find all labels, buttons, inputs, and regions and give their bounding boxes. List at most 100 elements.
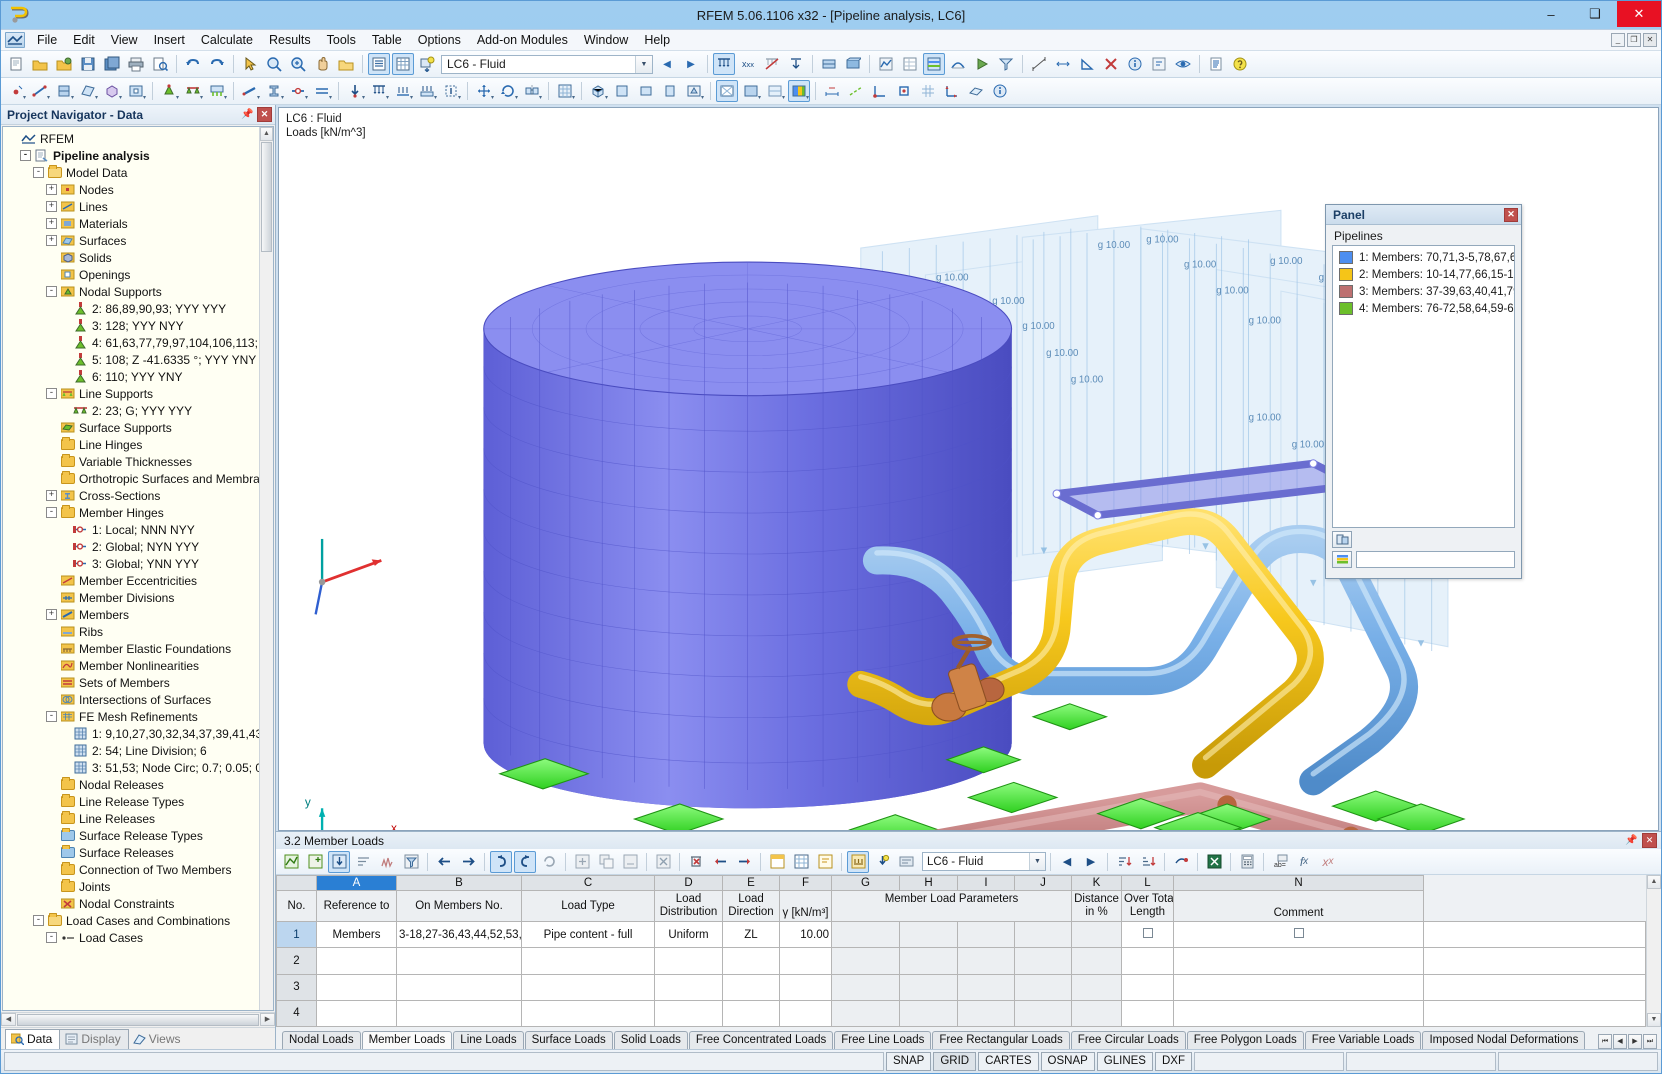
cell-param-i[interactable] <box>958 948 1015 974</box>
cell-param-j[interactable] <box>1015 1000 1072 1026</box>
render-model-icon[interactable] <box>818 53 840 75</box>
table-redo-icon[interactable] <box>514 851 536 873</box>
results-table-icon[interactable] <box>899 53 921 75</box>
menu-tools[interactable]: Tools <box>319 31 364 49</box>
view-xz-icon[interactable] <box>635 80 657 102</box>
cell-param-j[interactable] <box>1015 922 1072 948</box>
nav-tab-views[interactable]: Views <box>128 1030 188 1049</box>
print-icon[interactable] <box>125 53 147 75</box>
cell-load-direction[interactable] <box>723 1000 780 1026</box>
cell-param-i[interactable] <box>958 974 1015 1000</box>
cell-comment[interactable] <box>1424 948 1646 974</box>
table-pin-icon[interactable]: 📌 <box>1624 833 1639 848</box>
table-tab-free-polygon-loads[interactable]: Free Polygon Loads <box>1187 1031 1304 1049</box>
collapse-icon[interactable]: - <box>46 388 57 399</box>
tree-item-3-51-53-node-circ-0-7-0-05-0[interactable]: 3: 51,53; Node Circ; 0.7; 0.05; 0 <box>7 759 259 776</box>
load-values-icon[interactable]: xxx <box>737 53 759 75</box>
table-tab-surface-loads[interactable]: Surface Loads <box>525 1031 613 1049</box>
tree-item-member-elastic-foundations[interactable]: Member Elastic Foundations <box>7 640 259 657</box>
measure-icon[interactable] <box>1028 53 1050 75</box>
table-tab-free-concentrated-loads[interactable]: Free Concentrated Loads <box>689 1031 833 1049</box>
display-colors-icon[interactable]: ▾ <box>788 80 810 102</box>
status-toggle-osnap[interactable]: OSNAP <box>1041 1052 1095 1071</box>
collapse-icon[interactable]: - <box>46 932 57 943</box>
tree-item-1-9-10-27-30-32-34-37-39-41-43-4[interactable]: 1: 9,10,27,30,32,34,37,39,41,43,4 <box>7 725 259 742</box>
tab-next-icon[interactable]: ▶ <box>1628 1034 1642 1049</box>
table-tab-free-circular-loads[interactable]: Free Circular Loads <box>1071 1031 1186 1049</box>
pipeline-legend-row[interactable]: 1: Members: 70,71,3-5,78,67,6- <box>1333 249 1514 266</box>
col-letter-g[interactable]: G <box>832 876 900 891</box>
select-icon[interactable] <box>239 53 261 75</box>
member-loads-grid[interactable]: A B C D E F G H I J K L <box>276 875 1646 1027</box>
cell-gamma[interactable] <box>780 948 832 974</box>
document-minimize-button[interactable]: _ <box>1611 33 1625 47</box>
tree-item-cross-sections[interactable]: +Cross-Sections <box>7 487 259 504</box>
col-letter-n[interactable]: N <box>1174 876 1424 891</box>
navigator-close-icon[interactable]: ✕ <box>257 107 272 122</box>
info-icon[interactable] <box>1124 53 1146 75</box>
minimize-button[interactable]: – <box>1529 1 1573 27</box>
new-line-load-icon[interactable]: ▾ <box>392 80 414 102</box>
cell-over-total-length-checkbox[interactable] <box>1174 974 1424 1000</box>
menu-file[interactable]: File <box>29 31 65 49</box>
layers-icon[interactable] <box>1332 531 1352 548</box>
coord-system-icon[interactable] <box>941 80 963 102</box>
table-tab-imposed-nodal-deformations[interactable]: Imposed Nodal Deformations <box>1422 1031 1585 1049</box>
table-vertical-scrollbar[interactable]: ▲ ▼ <box>1646 875 1661 1027</box>
rotate-icon[interactable]: ▾ <box>497 80 519 102</box>
table-copy-row-icon[interactable] <box>595 851 617 873</box>
menu-addon-modules[interactable]: Add-on Modules <box>469 31 576 49</box>
table-select-in-model-icon[interactable] <box>328 851 350 873</box>
status-toggle-grid[interactable]: GRID <box>933 1052 976 1071</box>
tree-item-2-23-g-yyy-yyy[interactable]: 2: 23; G; YYY YYY <box>7 402 259 419</box>
menu-results[interactable]: Results <box>261 31 319 49</box>
rfem-menu-icon[interactable] <box>5 32 25 48</box>
cell-param-k[interactable] <box>1072 948 1122 974</box>
table-abc-icon[interactable]: ab= <box>1269 851 1291 873</box>
table-prev-case-button[interactable]: ◀ <box>1056 851 1078 873</box>
snap-icon[interactable] <box>869 80 891 102</box>
nav-tab-display[interactable]: Display <box>59 1029 128 1049</box>
col-letter-c[interactable]: C <box>522 876 655 891</box>
new-free-load-icon[interactable]: ▾ <box>440 80 462 102</box>
new-solid-icon[interactable]: ▾ <box>101 80 123 102</box>
table-move-left-icon[interactable] <box>433 851 455 873</box>
load-case-combo[interactable]: LC6 - Fluid ▼ <box>441 55 653 74</box>
new-material-icon[interactable]: ▾ <box>53 80 75 102</box>
col-letter-a[interactable]: A <box>317 876 397 891</box>
table-new-row-icon[interactable] <box>304 851 326 873</box>
view-iso-icon[interactable]: ▾ <box>587 80 609 102</box>
tree-item-surfaces[interactable]: +Surfaces <box>7 232 259 249</box>
scroll-up-icon[interactable]: ▲ <box>260 127 273 141</box>
table-settings-icon[interactable] <box>280 851 302 873</box>
new-member-load-icon[interactable]: ▾ <box>368 80 390 102</box>
tree-item-lines[interactable]: +Lines <box>7 198 259 215</box>
close-button[interactable]: ✕ <box>1617 1 1661 27</box>
table-undo-icon[interactable] <box>490 851 512 873</box>
hscroll-thumb[interactable] <box>17 1014 259 1026</box>
table-delete-right-icon[interactable] <box>733 851 755 873</box>
table-delete-function-icon[interactable]: x x <box>1317 851 1339 873</box>
checkbox[interactable] <box>1294 928 1304 938</box>
cell-param-j[interactable] <box>1015 948 1072 974</box>
table-body[interactable]: 1Members3-18,27-36,43,44,52,53,5Pipe con… <box>277 922 1646 1027</box>
cell-param-g[interactable] <box>832 1000 900 1026</box>
row-number[interactable]: 2 <box>277 948 317 974</box>
collapse-icon[interactable]: - <box>20 150 31 161</box>
add-load-case-icon[interactable] <box>416 53 438 75</box>
pipeline-legend-row[interactable]: 2: Members: 10-14,77,66,15-18, <box>1333 266 1514 283</box>
view-yz-icon[interactable] <box>659 80 681 102</box>
tree-item-orthotropic-surfaces-and-membra[interactable]: Orthotropic Surfaces and Membra <box>7 470 259 487</box>
menu-window[interactable]: Window <box>576 31 636 49</box>
table-next-case-button[interactable]: ▶ <box>1080 851 1102 873</box>
cell-param-g[interactable] <box>832 948 900 974</box>
cell-load-direction[interactable] <box>723 974 780 1000</box>
pipelines-legend[interactable]: 1: Members: 70,71,3-5,78,67,6-2: Members… <box>1332 245 1515 528</box>
guide-lines-icon[interactable] <box>845 80 867 102</box>
table-tab-member-loads[interactable]: Member Loads <box>362 1031 453 1049</box>
table-refresh-icon[interactable] <box>538 851 560 873</box>
new-surface-load-icon[interactable]: ▾ <box>416 80 438 102</box>
tree-item-variable-thicknesses[interactable]: Variable Thicknesses <box>7 453 259 470</box>
cell-load-distribution[interactable] <box>655 1000 723 1026</box>
tree-item-nodal-constraints[interactable]: Nodal Constraints <box>7 895 259 912</box>
